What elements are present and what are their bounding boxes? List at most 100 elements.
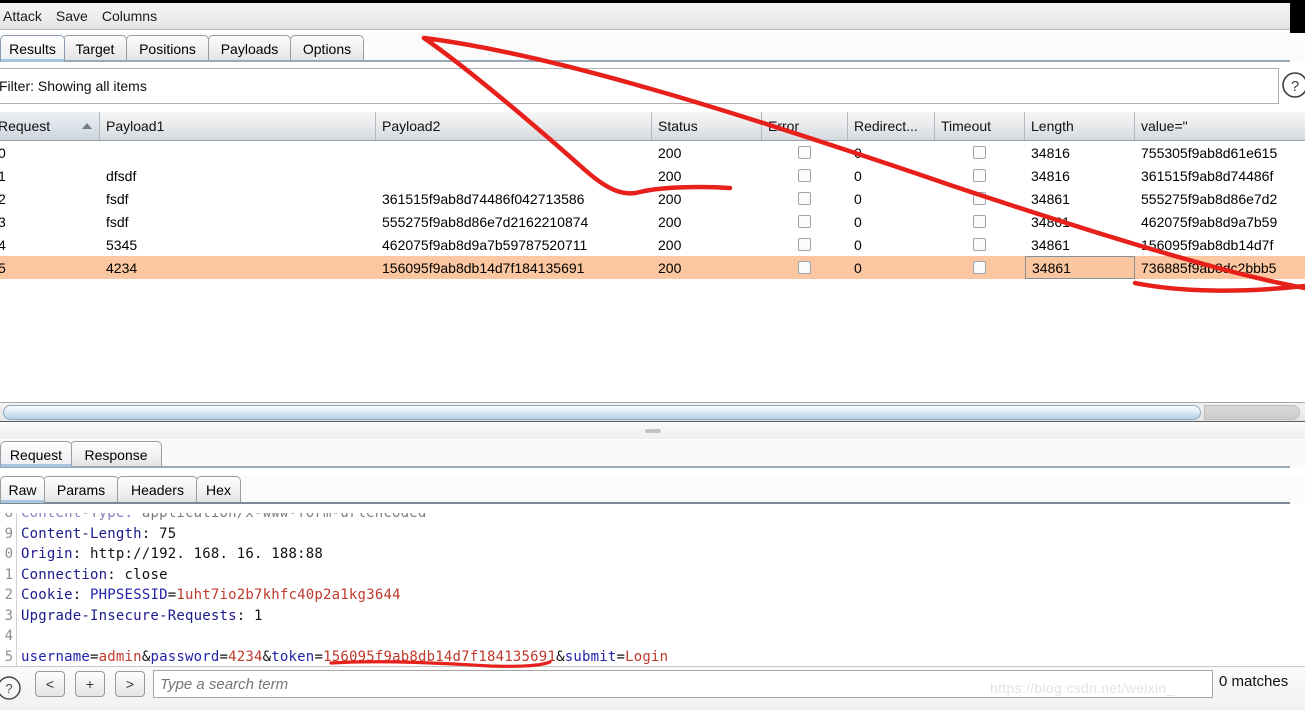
- request-token: =: [616, 648, 626, 665]
- cell-value: 555275f9ab8d86e7d2: [1141, 190, 1278, 207]
- results-horizontal-scrollbar[interactable]: [0, 402, 1305, 422]
- checkbox-error[interactable]: [798, 215, 811, 228]
- tab-headers[interactable]: Headers: [117, 476, 198, 503]
- tab-params[interactable]: Params: [43, 476, 119, 503]
- request-token: Cookie: [21, 587, 73, 603]
- table-row[interactable]: 2 fsdf 361515f9ab8d74486f042713586 200 0…: [0, 187, 1305, 210]
- cell-payload2: 361515f9ab8d74486f042713586: [382, 190, 585, 207]
- column-header-request[interactable]: Request: [0, 112, 100, 140]
- checkbox-error[interactable]: [798, 238, 811, 251]
- cell-length: 34861: [1025, 256, 1135, 279]
- question-circle-icon[interactable]: ?: [1281, 70, 1305, 100]
- message-tab-strip: Request Response: [0, 440, 1305, 468]
- scrollbar-thumb[interactable]: [3, 405, 1201, 420]
- request-token: : close: [107, 566, 168, 583]
- column-header-label: Request: [0, 118, 51, 134]
- checkbox-timeout[interactable]: [973, 261, 986, 274]
- menu-bar: Attack Save Columns: [0, 3, 1290, 30]
- cell-redirect: 0: [854, 213, 862, 230]
- request-token: 4234: [228, 648, 263, 665]
- cell-value: 462075f9ab8d9a7b59: [1141, 213, 1278, 230]
- request-token: Connection: [21, 566, 108, 583]
- cell-payload1: 5345: [106, 236, 138, 253]
- request-line: Origin: http://192. 168. 16. 188:88: [21, 546, 323, 562]
- checkbox-timeout[interactable]: [973, 192, 986, 205]
- cell-redirect: 0: [854, 259, 862, 276]
- request-token: &: [262, 648, 272, 665]
- checkbox-error[interactable]: [798, 192, 811, 205]
- column-header-label: Status: [658, 118, 698, 134]
- column-header-redirect[interactable]: Redirect...: [848, 112, 935, 140]
- request-token: submit: [564, 648, 617, 665]
- column-header-length[interactable]: Length: [1025, 112, 1135, 140]
- checkbox-timeout[interactable]: [973, 215, 986, 228]
- checkbox-error[interactable]: [798, 261, 811, 274]
- tab-hex[interactable]: Hex: [196, 476, 241, 503]
- filter-bar[interactable]: Filter: Showing all items: [0, 68, 1279, 104]
- tab-request[interactable]: Request: [0, 441, 72, 467]
- request-token: password: [150, 648, 220, 665]
- table-row[interactable]: 3 fsdf 555275f9ab8d86e7d2162210874 200 0…: [0, 210, 1305, 233]
- menu-save[interactable]: Save: [50, 6, 95, 26]
- column-header-label: Timeout: [941, 118, 992, 134]
- request-token: Login: [625, 648, 669, 665]
- line-number: 4: [4, 628, 13, 644]
- cell-payload2: [376, 141, 652, 164]
- tab-response[interactable]: Response: [70, 441, 162, 467]
- filter-label: Filter: Showing all items: [0, 78, 147, 94]
- tab-raw[interactable]: Raw: [0, 476, 45, 503]
- column-header-status[interactable]: Status: [652, 112, 762, 140]
- cell-payload1: [100, 141, 376, 164]
- cell-status: 200: [658, 190, 682, 207]
- raw-request-editor[interactable]: 8 Content-Type: application/x-www-form-ur…: [0, 504, 1305, 666]
- request-token: : 1: [236, 607, 263, 624]
- column-header-payload2[interactable]: Payload2: [376, 112, 652, 140]
- tab-positions[interactable]: Positions: [126, 35, 209, 62]
- checkbox-error[interactable]: [798, 169, 811, 182]
- panel-splitter[interactable]: [0, 423, 1305, 439]
- tab-payloads[interactable]: Payloads: [208, 35, 291, 62]
- search-input[interactable]: [153, 670, 1213, 698]
- tab-target[interactable]: Target: [63, 35, 127, 62]
- table-row[interactable]: 5 4234 156095f9ab8db14d7f184135691 200 0…: [0, 256, 1305, 279]
- scrollbar-track[interactable]: [1204, 405, 1300, 420]
- menu-columns[interactable]: Columns: [96, 6, 164, 26]
- tab-options[interactable]: Options: [290, 35, 364, 62]
- column-header-timeout[interactable]: Timeout: [935, 112, 1025, 140]
- cell-request: 1: [0, 167, 6, 184]
- line-number: 0: [4, 546, 13, 562]
- results-table[interactable]: Request Payload1 Payload2 Status Error R…: [0, 112, 1305, 402]
- search-match-count: 0 matches: [1219, 673, 1289, 690]
- cell-request: 4: [0, 236, 6, 253]
- request-token: =: [90, 648, 99, 665]
- cell-status: 200: [658, 259, 682, 276]
- search-next-button[interactable]: >: [115, 671, 145, 697]
- tab-results[interactable]: Results: [0, 35, 65, 62]
- column-header-label: Redirect...: [854, 118, 918, 134]
- table-header-row: Request Payload1 Payload2 Status Error R…: [0, 112, 1305, 141]
- cell-status: 200: [658, 167, 682, 184]
- menu-attack[interactable]: Attack: [0, 6, 49, 26]
- question-circle-icon[interactable]: ?: [0, 675, 22, 701]
- table-row[interactable]: 4 5345 462075f9ab8d9a7b59787520711 200 0…: [0, 233, 1305, 256]
- checkbox-timeout[interactable]: [973, 146, 986, 159]
- checkbox-error[interactable]: [798, 146, 811, 159]
- line-number: 2: [4, 587, 13, 603]
- checkbox-timeout[interactable]: [973, 238, 986, 251]
- main-tab-strip: Results Target Positions Payloads Option…: [0, 33, 1305, 62]
- tab-strip-divider: [0, 60, 1290, 62]
- column-header-payload1[interactable]: Payload1: [100, 112, 376, 140]
- column-header-label: Payload1: [106, 118, 165, 134]
- table-row[interactable]: 0 200 0 34816 755305f9ab8d61e615: [0, 141, 1305, 164]
- search-prev-button[interactable]: <: [35, 671, 65, 697]
- checkbox-timeout[interactable]: [973, 169, 986, 182]
- request-token: =: [314, 648, 324, 665]
- search-add-button[interactable]: +: [75, 671, 105, 697]
- column-header-error[interactable]: Error: [762, 112, 848, 140]
- table-row[interactable]: 1 dfsdf 200 0 34816 361515f9ab8d74486f: [0, 164, 1305, 187]
- request-token: Origin: [21, 546, 73, 562]
- cell-payload2: [376, 164, 652, 187]
- column-header-value[interactable]: value=": [1135, 112, 1305, 140]
- cell-status: 200: [658, 144, 682, 161]
- view-tab-strip: Raw Params Headers Hex: [0, 475, 1305, 504]
